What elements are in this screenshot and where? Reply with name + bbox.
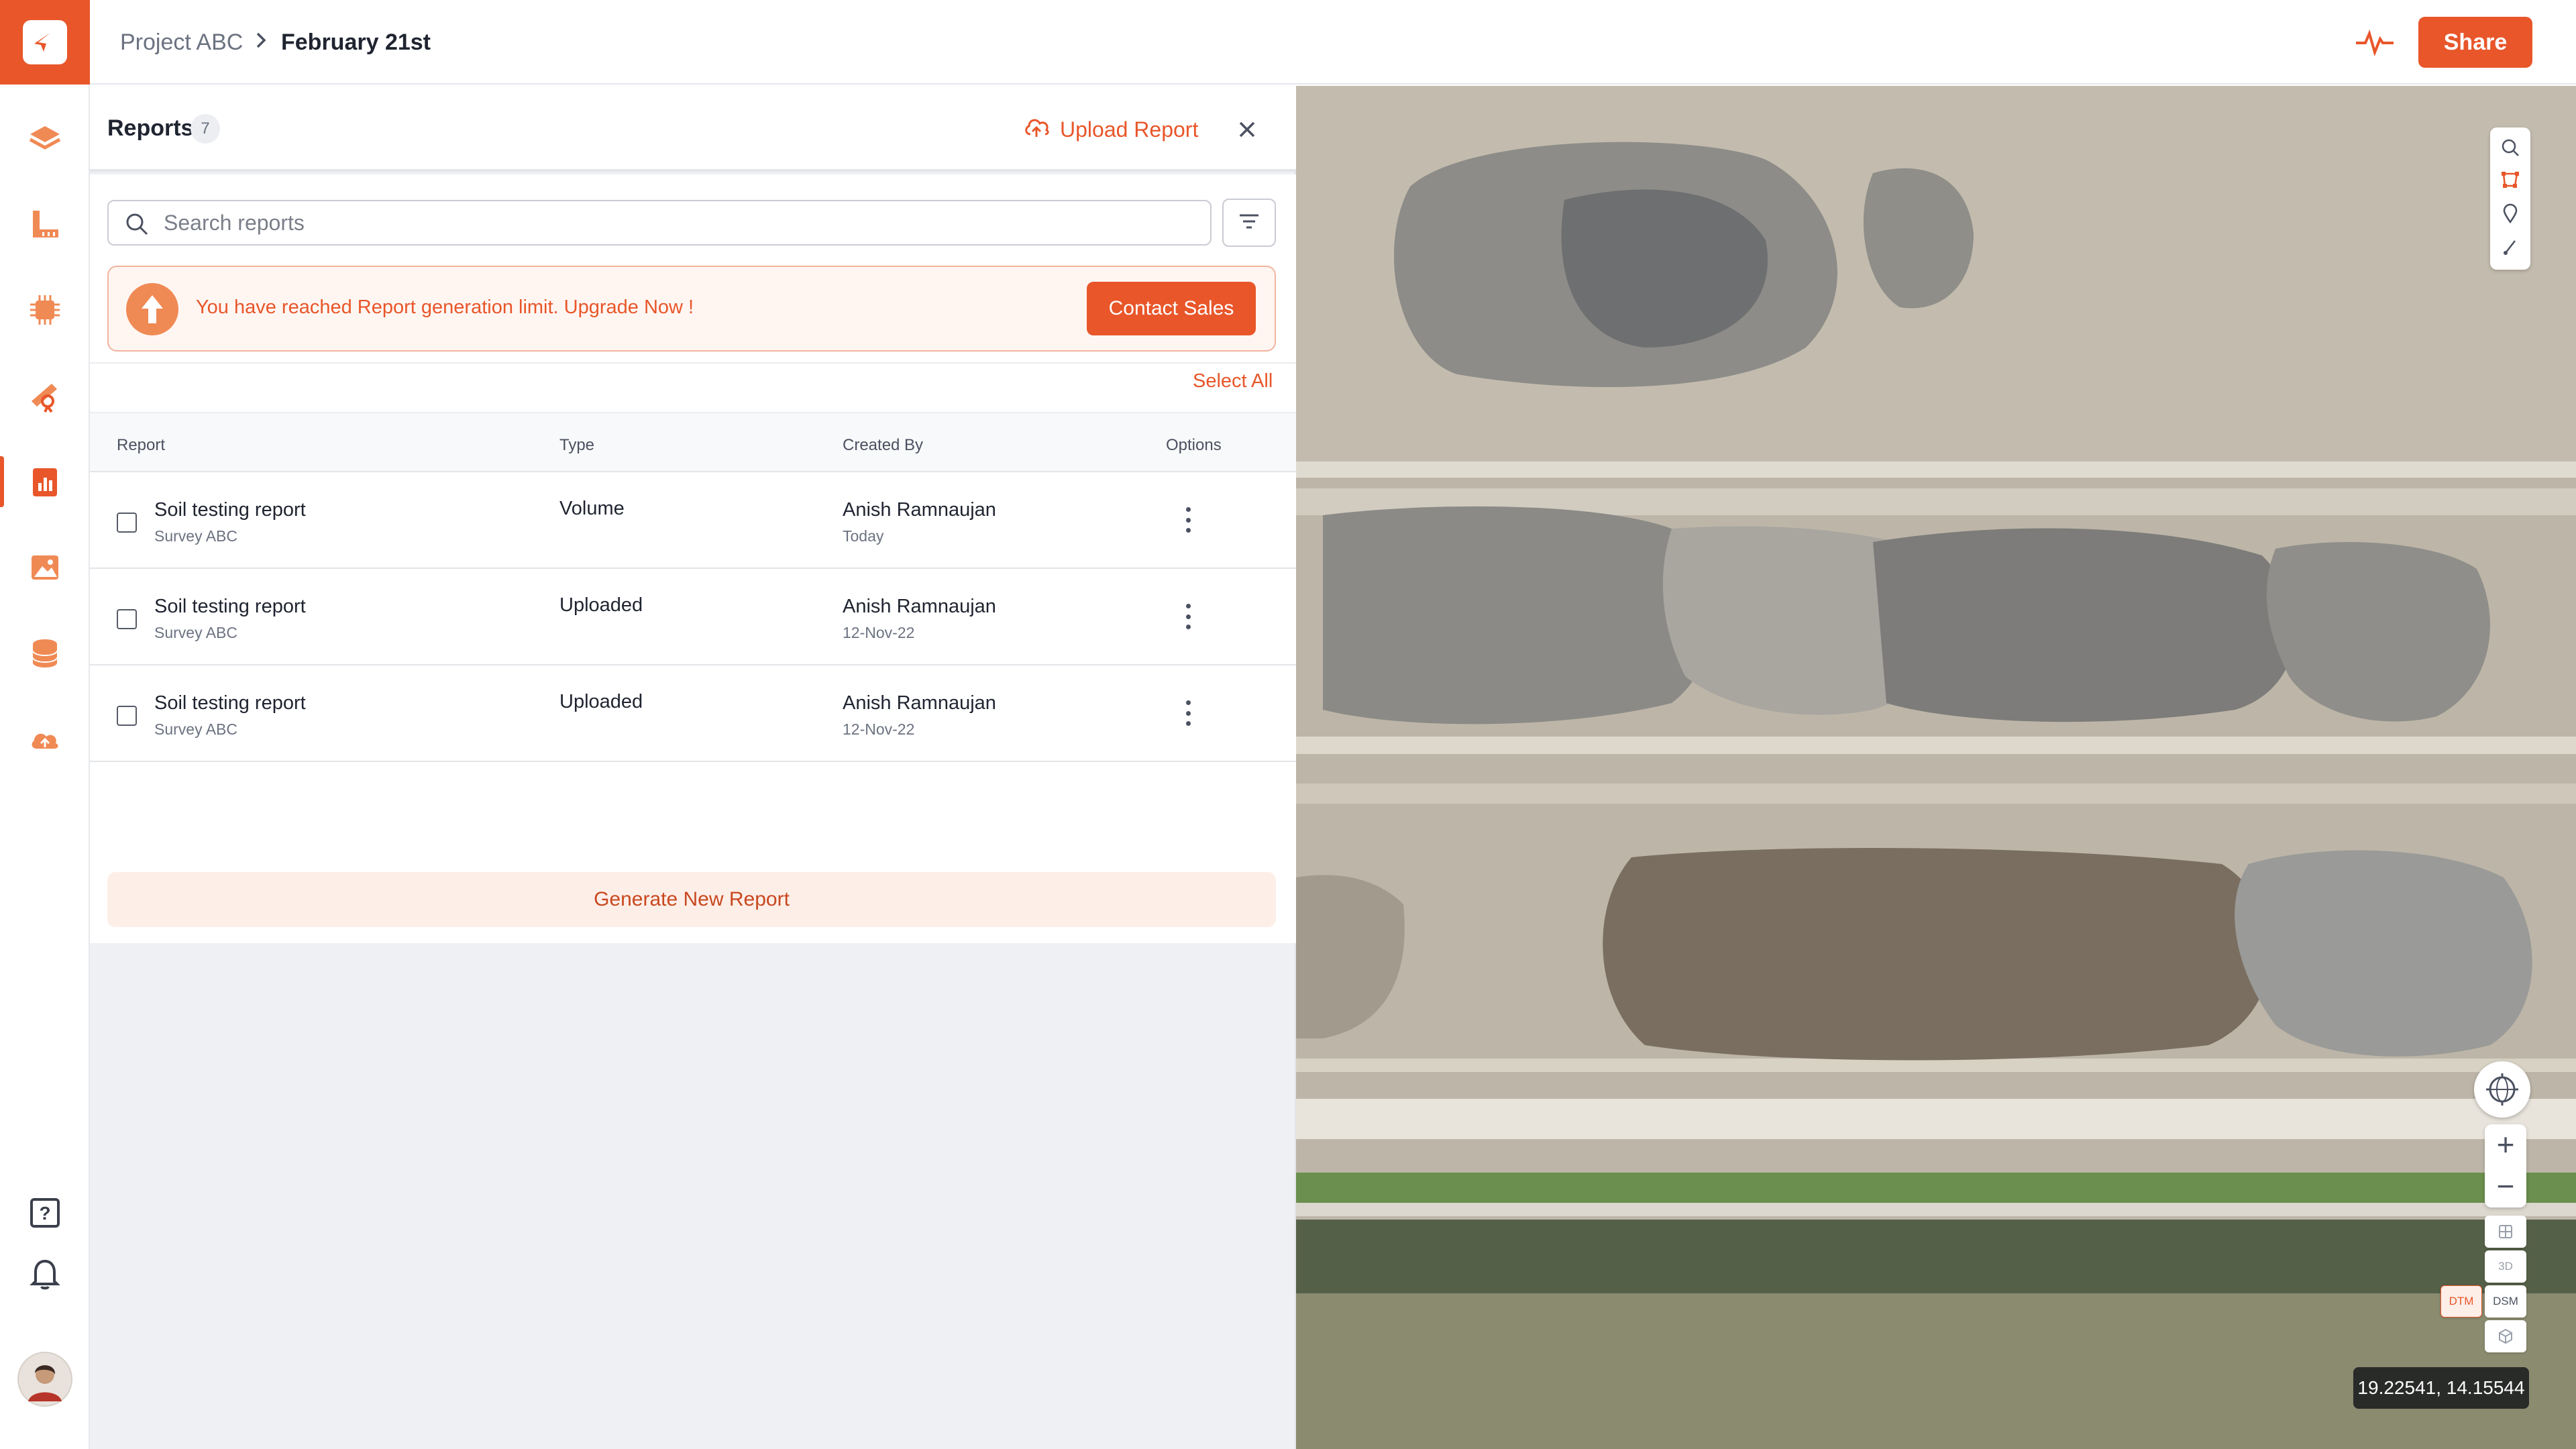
row-checkbox[interactable] [117,513,137,533]
column-created-by: Created By [843,436,924,454]
cube-icon[interactable] [2485,1320,2526,1352]
filter-button[interactable] [1222,199,1276,247]
filter-icon [1237,211,1261,235]
upgrade-arrow-icon [126,283,178,335]
recenter-globe-icon[interactable] [2474,1061,2530,1118]
report-title: Soil testing report [154,596,306,617]
breadcrumb-date[interactable]: February 21st [281,30,431,56]
close-icon[interactable] [1230,113,1264,146]
breadcrumb-project[interactable]: Project ABC [120,30,243,56]
view-dsm-button[interactable]: DSM [2485,1285,2526,1318]
contact-sales-button[interactable]: Contact Sales [1087,282,1256,335]
map-view[interactable]: + − 3D DTM DSM 19.22541, 14.15544 [1296,86,2576,1449]
report-author: Anish Ramnaujan [843,499,996,521]
upload-report-label: Upload Report [1060,117,1199,142]
map-tools-toolbar [2490,127,2530,270]
cloud-upload-icon[interactable] [0,706,90,773]
notifications-bell-icon[interactable] [0,1240,90,1307]
polygon-tool-icon[interactable] [2497,166,2524,193]
more-options-icon[interactable] [1178,696,1198,730]
view-mode-controls: 3D DTM DSM [2440,1216,2528,1358]
layers-icon[interactable] [0,105,90,172]
report-title: Soil testing report [154,692,306,714]
report-type: Uploaded [559,691,643,712]
column-type: Type [559,436,595,454]
left-rail: ? [0,0,90,1449]
report-type: Uploaded [559,594,643,616]
more-options-icon[interactable] [1178,503,1198,537]
logo-icon [23,20,67,64]
user-avatar[interactable] [0,1346,90,1413]
svg-text:?: ? [39,1203,50,1224]
reports-panel: Reports 7 Upload Report Y [90,86,1296,1449]
cloud-upload-icon [1022,113,1051,146]
database-icon[interactable] [0,620,90,687]
activity-pulse-icon[interactable] [2355,25,2395,59]
measure-icon[interactable] [0,191,90,258]
limit-message[interactable]: You have reached Report generation limit… [196,297,694,319]
search-icon[interactable] [2497,134,2524,161]
report-survey: Survey ABC [154,624,237,641]
coordinates-readout: 19.22541, 14.15544 [2353,1367,2529,1409]
table-row[interactable]: Soil testing report Survey ABC Volume An… [90,472,1296,569]
panel-title: Reports [107,115,194,141]
map-layer-icon[interactable] [2485,1216,2526,1248]
report-date: 12-Nov-22 [843,720,915,738]
more-options-icon[interactable] [1178,600,1198,633]
inspection-icon[interactable] [0,362,90,429]
reports-icon[interactable] [0,448,90,515]
column-options: Options [1166,436,1222,454]
top-bar: Project ABC February 21st Share [90,0,2576,85]
report-title: Soil testing report [154,499,306,521]
divider [90,362,1296,364]
table-row[interactable]: Soil testing report Survey ABC Uploaded … [90,569,1296,665]
search-input[interactable] [162,205,1195,240]
limit-banner: You have reached Report generation limit… [107,266,1276,352]
share-button[interactable]: Share [2418,17,2532,68]
reports-count-badge: 7 [191,114,220,144]
upload-report-button[interactable]: Upload Report [1022,113,1198,146]
search-box [107,200,1212,246]
report-survey: Survey ABC [154,527,237,545]
view-3d-button[interactable]: 3D [2485,1250,2526,1283]
location-pin-icon[interactable] [2497,200,2524,227]
zoom-controls: + − [2485,1124,2526,1208]
select-all-link[interactable]: Select All [1193,370,1273,392]
zoom-in-button[interactable]: + [2485,1124,2526,1165]
report-date: 12-Nov-22 [843,624,915,641]
view-dtm-button[interactable]: DTM [2440,1285,2482,1318]
panel-body: You have reached Report generation limit… [90,174,1296,943]
row-checkbox[interactable] [117,706,137,726]
search-icon [125,212,149,236]
gallery-icon[interactable] [0,534,90,601]
line-tool-icon[interactable] [2497,233,2524,260]
report-date: Today [843,527,884,545]
column-report: Report [117,436,166,454]
report-author: Anish Ramnaujan [843,692,996,714]
table-header: Report Type Created By Options [90,412,1296,472]
help-icon[interactable]: ? [0,1179,90,1246]
report-author: Anish Ramnaujan [843,596,996,617]
generate-new-report-button[interactable]: Generate New Report [107,872,1276,927]
report-type: Volume [559,498,625,519]
aerial-imagery [1296,86,2576,1449]
ai-chip-icon[interactable] [0,276,90,343]
app-logo[interactable] [0,0,90,85]
row-checkbox[interactable] [117,609,137,629]
panel-header: Reports 7 Upload Report [90,86,1296,172]
chevron-right-icon [248,27,275,54]
report-survey: Survey ABC [154,720,237,738]
table-row[interactable]: Soil testing report Survey ABC Uploaded … [90,665,1296,762]
zoom-out-button[interactable]: − [2485,1166,2526,1206]
